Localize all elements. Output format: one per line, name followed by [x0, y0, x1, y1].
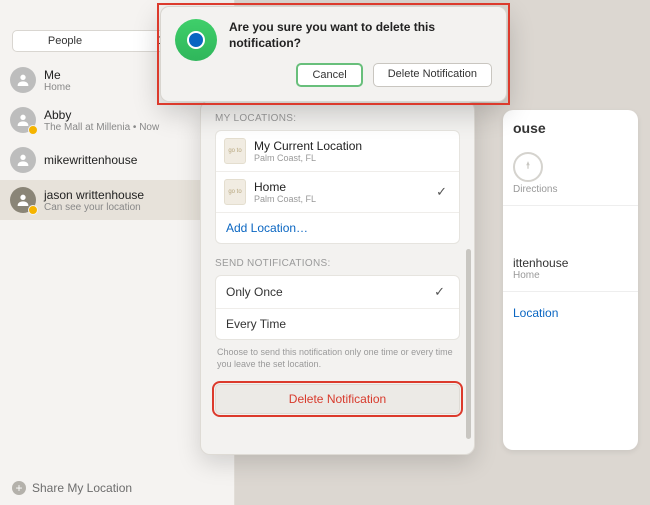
dialog-title: Are you sure you want to delete this not… — [229, 19, 492, 51]
option-label: Only Once — [226, 285, 283, 299]
avatar-icon — [10, 147, 36, 173]
notification-settings-panel: MY LOCATIONS: go to My Current LocationP… — [200, 100, 475, 455]
list-item[interactable]: jason writtenhouseCan see your location — [0, 180, 234, 220]
list-item[interactable]: mikewrittenhouse 774 — [0, 140, 234, 180]
location-row[interactable]: go to HomePalm Coast, FL ✓ — [216, 172, 459, 213]
avatar-icon — [10, 187, 36, 213]
cancel-button[interactable]: Cancel — [296, 63, 362, 87]
confirm-dialog: Are you sure you want to delete this not… — [160, 6, 507, 102]
share-my-location-label: Share My Location — [32, 481, 132, 495]
person-name: Abby — [44, 108, 159, 122]
detail-title: ouse — [513, 120, 628, 136]
person-sub: The Mall at Millenia • Now — [44, 122, 159, 133]
location-row[interactable]: go to My Current LocationPalm Coast, FL — [216, 131, 459, 172]
detail-card: ouse Directions ittenhouse Home Location — [503, 110, 638, 450]
location-card-icon: go to — [224, 179, 246, 205]
option-label: Every Time — [226, 317, 286, 331]
divider — [503, 291, 638, 292]
tab-people[interactable]: People — [13, 31, 117, 51]
person-sub: Home — [44, 82, 71, 93]
add-location-link[interactable]: Add Location… — [216, 213, 459, 243]
status-badge-icon — [28, 205, 38, 215]
status-badge-icon — [28, 125, 38, 135]
scrollbar[interactable] — [466, 249, 471, 439]
avatar-icon — [10, 107, 36, 133]
location-name: Home — [254, 180, 316, 194]
location-sub: Palm Coast, FL — [254, 153, 362, 163]
share-my-location-button[interactable]: + Share My Location — [12, 481, 132, 495]
avatar-icon — [10, 67, 36, 93]
detail-sub: Home — [513, 270, 628, 281]
option-every-time[interactable]: Every Time — [216, 309, 459, 339]
location-sub: Palm Coast, FL — [254, 194, 316, 204]
checkmark-icon: ✓ — [434, 284, 449, 300]
person-sub: Can see your location — [44, 202, 144, 213]
send-notifications-label: SEND NOTIFICATIONS: — [215, 258, 460, 269]
person-name: jason writtenhouse — [44, 188, 144, 202]
option-only-once[interactable]: Only Once ✓ — [216, 276, 459, 309]
send-notifications-list: Only Once ✓ Every Time — [215, 275, 460, 340]
person-name: mikewrittenhouse — [44, 153, 137, 167]
plus-icon: + — [12, 481, 26, 495]
directions-label: Directions — [513, 184, 628, 195]
my-locations-label: MY LOCATIONS: — [215, 113, 460, 124]
find-my-app-icon — [175, 19, 217, 61]
list-item[interactable]: AbbyThe Mall at Millenia • Now 73 — [0, 100, 234, 140]
helper-text: Choose to send this notification only on… — [215, 340, 460, 380]
location-link[interactable]: Location — [513, 306, 628, 320]
delete-notification-button[interactable]: Delete Notification — [215, 384, 460, 414]
confirm-delete-button[interactable]: Delete Notification — [373, 63, 492, 87]
person-name: Me — [44, 68, 71, 82]
checkmark-icon: ✓ — [436, 184, 451, 200]
detail-name: ittenhouse — [513, 256, 628, 270]
locations-list: go to My Current LocationPalm Coast, FL … — [215, 130, 460, 244]
divider — [503, 205, 638, 206]
location-card-icon: go to — [224, 138, 246, 164]
directions-icon[interactable] — [513, 152, 543, 182]
location-name: My Current Location — [254, 139, 362, 153]
